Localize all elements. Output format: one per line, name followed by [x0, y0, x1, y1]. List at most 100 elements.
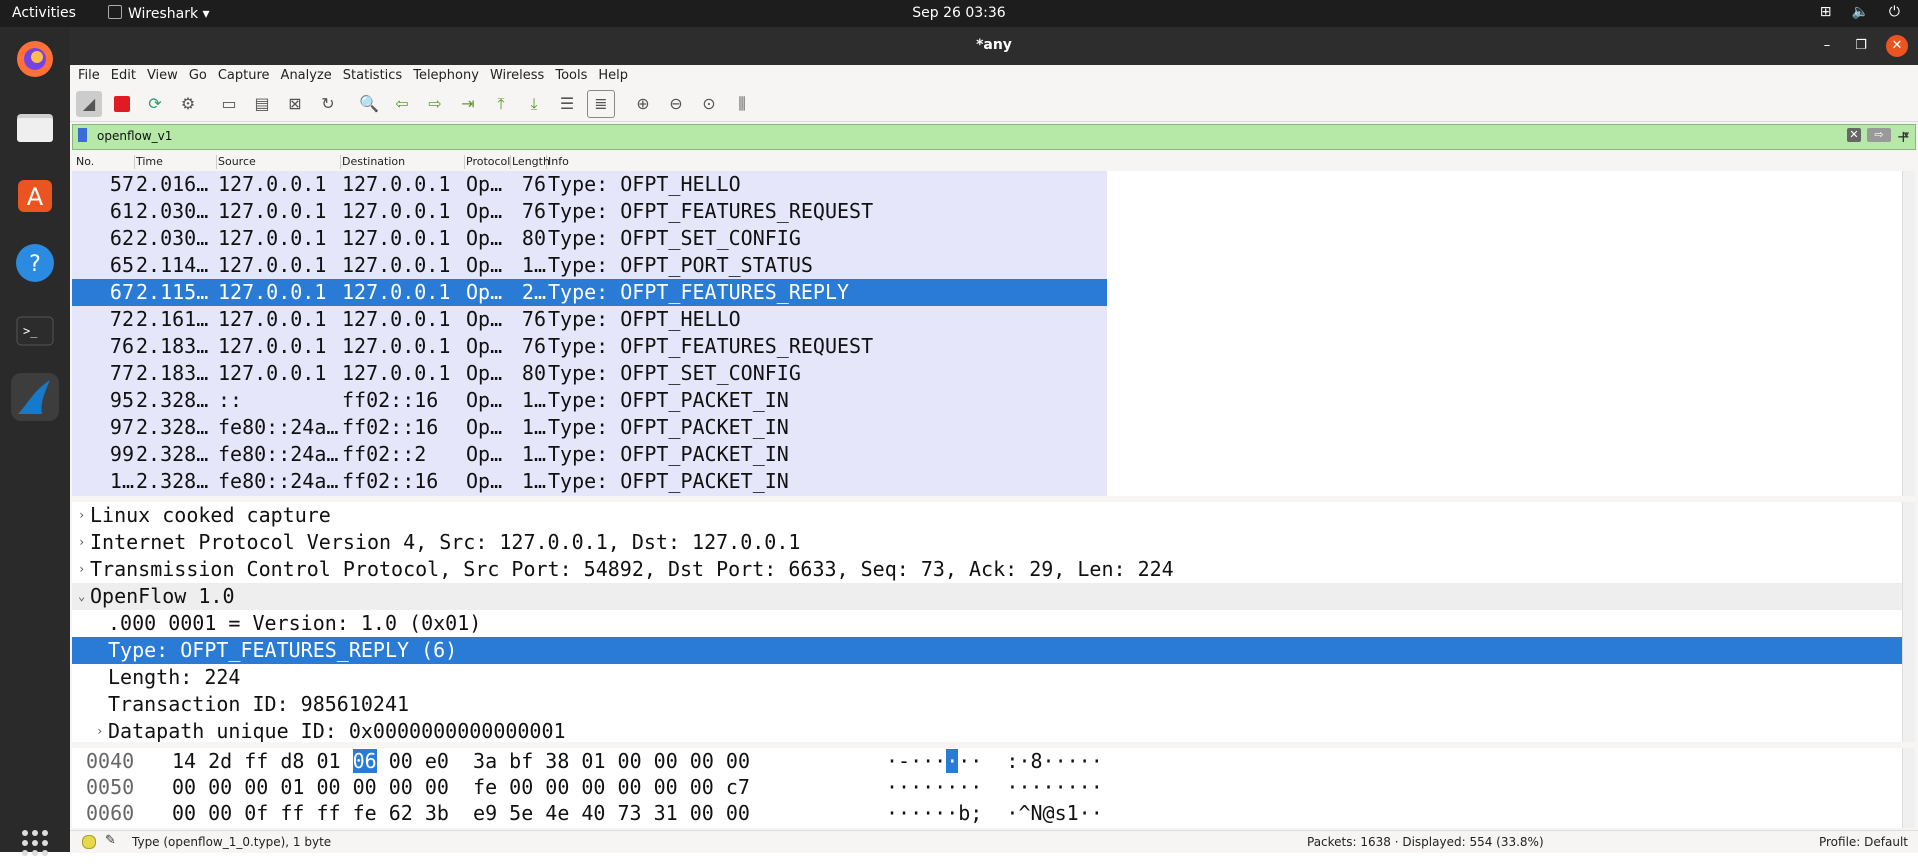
display-filter-input[interactable]: openflow_v1 — [97, 129, 172, 143]
open-file-icon[interactable]: ▭ — [216, 91, 242, 117]
column-time[interactable]: Time — [136, 155, 217, 169]
terminal-icon[interactable]: >_ — [11, 307, 59, 355]
packet-row[interactable]: 77 2.183… 127.0.0.1 127.0.0.1 Op… 80 Type: OFP… — [72, 360, 1107, 387]
maximize-icon[interactable]: ❐ — [1850, 35, 1872, 57]
restart-capture-icon[interactable]: ⟳ — [142, 91, 168, 117]
column-source[interactable]: Source — [218, 155, 341, 169]
save-file-icon[interactable]: ▤ — [249, 91, 275, 117]
go-forward-icon[interactable]: ⇨ — [422, 91, 448, 117]
packet-row[interactable]: 99 2.328… fe80::24a… ff02::2 Op… 1… Type: OFPT… — [72, 441, 1107, 468]
detail-tree-item[interactable]: › Linux cooked capture — [72, 502, 1902, 529]
collapsed-arrow-icon[interactable]: › — [96, 718, 103, 742]
packet-row[interactable]: 67 2.115… 127.0.0.1 127.0.0.1 Op… 2… Type: OFP… — [72, 279, 1107, 306]
hex-row[interactable]: 0050 00 00 00 01 00 00 00 00 fe 00 00 00 … — [72, 774, 1902, 800]
power-icon[interactable]: ⏻ — [1889, 4, 1900, 20]
packet-list[interactable]: 57 2.016… 127.0.0.1 127.0.0.1 Op… 76 Type: OFP… — [72, 171, 1107, 496]
close-icon[interactable]: ✕ — [1886, 35, 1908, 57]
packet-row[interactable]: 72 2.161… 127.0.0.1 127.0.0.1 Op… 76 Type: OFP… — [72, 306, 1107, 333]
bookmark-icon[interactable] — [78, 128, 87, 142]
packet-row[interactable]: 62 2.030… 127.0.0.1 127.0.0.1 Op… 80 Type: OFP… — [72, 225, 1107, 252]
column-info[interactable]: Info — [548, 155, 1103, 169]
detail-tree-item[interactable]: › Internet Protocol Version 4, Src: 127.0… — [72, 529, 1902, 556]
menu-edit[interactable]: Edit — [111, 68, 136, 83]
autoscroll-icon[interactable]: ☰ — [554, 91, 580, 117]
display-filter-bar[interactable]: openflow_v1 ✕ ⇨ ▾ — [72, 124, 1916, 150]
hex-row[interactable]: 0060 00 00 0f ff ff fe 62 3b e9 5e 4e 40 … — [72, 800, 1902, 826]
detail-tree-item[interactable]: Transaction ID: 985610241 — [72, 691, 1902, 718]
capture-options-icon[interactable]: ⚙ — [175, 91, 201, 117]
activities-button[interactable]: Activities — [12, 5, 76, 21]
minimize-icon[interactable]: – — [1816, 35, 1838, 57]
packet-bytes-pane[interactable]: 0040 14 2d ff d8 01 06 00 e0 3a bf 38 01 … — [72, 748, 1902, 828]
expert-info-icon[interactable] — [82, 835, 96, 849]
wireshark-icon[interactable] — [11, 373, 59, 421]
network-icon[interactable]: ⊞ — [1820, 4, 1832, 20]
apply-filter-icon[interactable]: ⇨ — [1867, 128, 1891, 142]
status-profile[interactable]: Profile: Default — [1819, 835, 1908, 849]
hex-ascii[interactable]: ········ ········ — [886, 774, 1103, 800]
zoom-reset-icon[interactable]: ⊙ — [696, 91, 722, 117]
close-file-icon[interactable]: ⊠ — [282, 91, 308, 117]
colorize-icon[interactable]: ≣ — [587, 89, 615, 118]
go-last-icon[interactable]: ⤓ — [521, 91, 547, 117]
packet-row[interactable]: 95 2.328…:: ff02::16 Op… 1… Type: OFPT_PACKET… — [72, 387, 1107, 414]
firefox-icon[interactable] — [11, 35, 59, 83]
resize-columns-icon[interactable]: ⫼ — [729, 91, 755, 117]
reload-file-icon[interactable]: ↻ — [315, 91, 341, 117]
packet-row[interactable]: 1… 2.328… fe80::24a… ff02::16 Op… 1… Type: OFP… — [72, 468, 1107, 495]
collapsed-arrow-icon[interactable]: › — [78, 556, 85, 583]
volume-icon[interactable]: 🔈 — [1851, 4, 1868, 20]
collapsed-arrow-icon[interactable]: › — [78, 502, 85, 529]
hex-row[interactable]: 0040 14 2d ff d8 01 06 00 e0 3a bf 38 01 … — [72, 748, 1902, 774]
detail-tree-item[interactable]: Length: 224 — [72, 664, 1902, 691]
packet-row[interactable]: 57 2.016… 127.0.0.1 127.0.0.1 Op… 76 Type: OFP… — [72, 171, 1107, 198]
app-menu-button[interactable]: Wireshark ▾ — [108, 5, 210, 22]
menu-telephony[interactable]: Telephony — [413, 68, 479, 83]
menu-wireless[interactable]: Wireless — [490, 68, 544, 83]
packet-details-scrollbar[interactable] — [1902, 502, 1915, 742]
menu-analyze[interactable]: Analyze — [281, 68, 332, 83]
edit-comment-icon[interactable]: ✎ — [105, 833, 116, 848]
menu-tools[interactable]: Tools — [555, 68, 587, 83]
packet-details-tree[interactable]: › Linux cooked capture › Internet Protocol … — [72, 502, 1902, 742]
help-icon[interactable]: ? — [11, 239, 59, 287]
find-packet-icon[interactable]: 🔍 — [356, 91, 382, 117]
collapsed-arrow-icon[interactable]: › — [78, 529, 85, 556]
software-icon[interactable]: A — [11, 171, 59, 219]
menu-capture[interactable]: Capture — [218, 68, 270, 83]
zoom-in-icon[interactable]: ⊕ — [630, 91, 656, 117]
column-protocol[interactable]: Protocol — [466, 155, 511, 169]
packet-list-scrollbar[interactable] — [1902, 171, 1915, 496]
hex-bytes[interactable]: 00 00 0f ff ff fe 62 3b e9 5e 4e 40 73 3… — [172, 800, 750, 826]
menu-statistics[interactable]: Statistics — [343, 68, 402, 83]
start-capture-icon[interactable]: ◢ — [76, 90, 102, 117]
files-icon[interactable] — [11, 103, 59, 151]
packet-row[interactable]: 76 2.183… 127.0.0.1 127.0.0.1 Op… 76 Type: OFP… — [72, 333, 1107, 360]
packet-row[interactable]: 97 2.328… fe80::24a… ff02::16 Op… 1… Type: OFP… — [72, 414, 1107, 441]
hex-bytes[interactable]: 14 2d ff d8 01 06 00 e0 3a bf 38 01 00 0… — [172, 748, 750, 774]
stop-capture-icon[interactable] — [109, 91, 135, 117]
expanded-arrow-icon[interactable]: ⌄ — [78, 583, 85, 610]
packet-bytes-scrollbar[interactable] — [1902, 748, 1915, 828]
menu-go[interactable]: Go — [189, 68, 207, 83]
menu-help[interactable]: Help — [598, 68, 628, 83]
column-no[interactable]: No. — [76, 155, 135, 169]
go-to-packet-icon[interactable]: ⇥ — [455, 91, 481, 117]
column-length[interactable]: Length — [512, 155, 550, 169]
go-first-icon[interactable]: ⤒ — [488, 91, 514, 117]
detail-tree-item[interactable]: ⌄ OpenFlow 1.0 — [72, 583, 1902, 610]
go-back-icon[interactable]: ⇦ — [389, 91, 415, 117]
app-grid-icon[interactable] — [11, 819, 59, 867]
add-filter-button-icon[interactable]: + — [1897, 127, 1910, 146]
menu-view[interactable]: View — [147, 68, 178, 83]
column-destination[interactable]: Destination — [342, 155, 465, 169]
detail-tree-item[interactable]: › Datapath unique ID: 0x0000000000000001 — [72, 718, 1902, 742]
clock[interactable]: Sep 26 03:36 — [0, 5, 1918, 21]
system-tray[interactable]: ⊞ 🔈 ⏻ — [1820, 4, 1900, 20]
hex-ascii[interactable]: ······b; ·^N@s1·· — [886, 800, 1103, 826]
detail-tree-item[interactable]: Type: OFPT_FEATURES_REPLY (6) — [72, 637, 1902, 664]
clear-filter-icon[interactable]: ✕ — [1847, 128, 1861, 142]
hex-bytes[interactable]: 00 00 00 01 00 00 00 00 fe 00 00 00 00 0… — [172, 774, 750, 800]
title-bar[interactable]: *any – ❐ ✕ — [70, 27, 1918, 65]
detail-tree-item[interactable]: › Transmission Control Protocol, Src Port… — [72, 556, 1902, 583]
